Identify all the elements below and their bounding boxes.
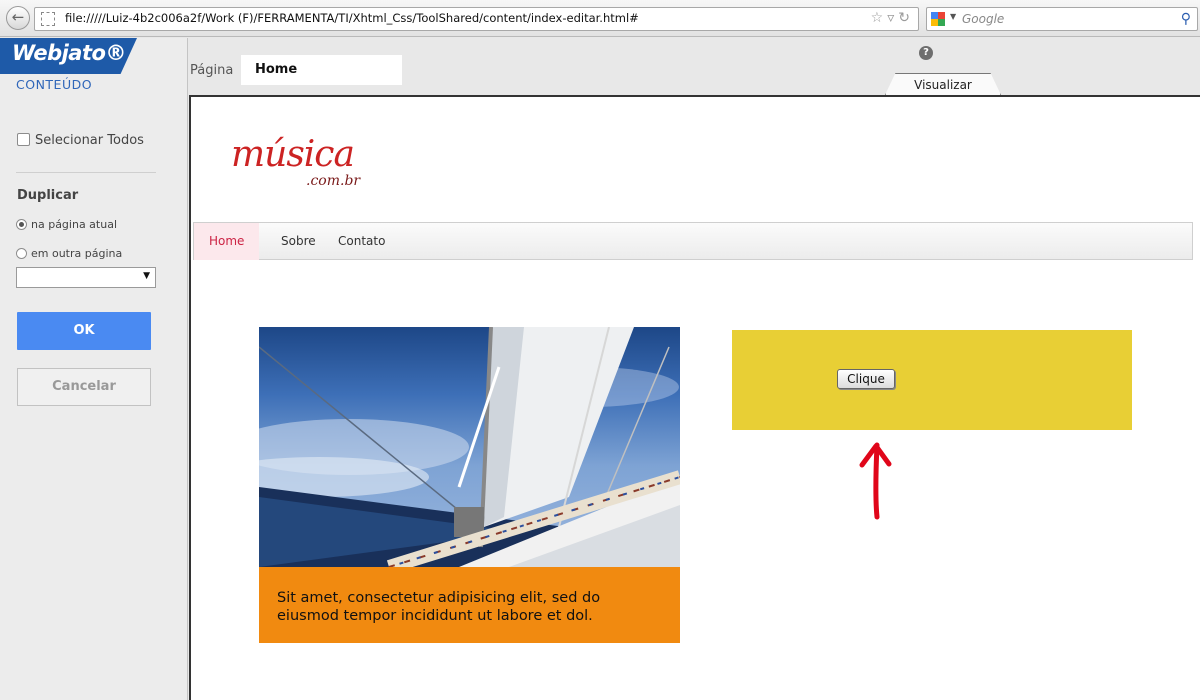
back-arrow-icon[interactable]: ← (6, 6, 30, 30)
tab-visualizar-label[interactable]: Visualizar (885, 78, 1001, 92)
cancel-button[interactable]: Cancelar (17, 368, 151, 406)
select-all-control[interactable]: Selecionar Todos (17, 133, 144, 148)
page-preview: música .com.br Home Sobre Contato Sit am… (189, 95, 1200, 700)
duplicate-title: Duplicar (17, 188, 79, 203)
tab-visualizar[interactable]: Visualizar (885, 73, 1001, 95)
site-logo-suffix: .com.br (306, 173, 361, 189)
up-arrow-annotation-icon (859, 442, 892, 520)
logo-text: Webjato® (12, 41, 126, 65)
nav-item-contato[interactable]: Contato (338, 223, 385, 260)
chevron-down-icon[interactable]: ▼ (143, 271, 150, 281)
ok-button[interactable]: OK (17, 312, 151, 350)
chevron-down-icon[interactable]: ▼ (950, 12, 956, 21)
nav-item-sobre[interactable]: Sobre (281, 223, 316, 260)
radio-other-page-label[interactable]: em outra página (31, 247, 122, 260)
sailboat-photo (259, 327, 680, 567)
cta-box: Clique (732, 330, 1132, 430)
url-actions: ☆▿↻ (871, 10, 914, 26)
nav-item-home[interactable]: Home (194, 223, 260, 260)
radio-other-page[interactable]: em outra página (16, 247, 122, 260)
address-bar[interactable]: file://///Luiz-4b2c006a2f/Work (F)/FERRA… (34, 7, 919, 31)
sailboat-illustration (259, 327, 680, 567)
radio-current-page-button[interactable] (16, 219, 27, 230)
search-bar[interactable]: ▼ Google ⚲ (926, 7, 1198, 31)
url-text[interactable]: file://///Luiz-4b2c006a2f/Work (F)/FERRA… (65, 11, 639, 25)
divider (16, 172, 156, 173)
logo: Webjato® (0, 38, 137, 74)
page-select[interactable]: ▼ (16, 267, 156, 288)
browser-toolbar: ← file://///Luiz-4b2c006a2f/Work (F)/FER… (0, 0, 1200, 37)
page-label: Página (190, 63, 234, 78)
photo-caption: Sit amet, consectetur adipisicing elit, … (259, 567, 680, 643)
star-icon[interactable]: ☆ (871, 10, 888, 26)
help-icon[interactable]: ? (919, 46, 933, 60)
select-all-checkbox[interactable] (17, 133, 30, 146)
search-icon[interactable]: ⚲ (1181, 11, 1191, 27)
radio-other-page-button[interactable] (16, 248, 27, 259)
reload-icon[interactable]: ↻ (898, 10, 914, 26)
google-icon[interactable] (930, 11, 947, 27)
select-all-label[interactable]: Selecionar Todos (35, 133, 144, 148)
radio-current-page-label[interactable]: na página atual (31, 218, 117, 231)
clique-button[interactable]: Clique (837, 369, 895, 389)
site-logo[interactable]: música (231, 137, 355, 173)
radio-current-page[interactable]: na página atual (16, 218, 117, 231)
site-identity-icon[interactable] (41, 12, 55, 26)
dropdown-icon[interactable]: ▿ (887, 10, 898, 26)
section-title: CONTEÚDO (16, 77, 93, 92)
page-name-field[interactable]: Home (241, 55, 402, 85)
editor-sidebar: Webjato® CONTEÚDO Selecionar Todos Dupli… (0, 38, 188, 700)
site-nav: Home Sobre Contato (193, 222, 1193, 260)
search-placeholder[interactable]: Google (962, 12, 1004, 26)
